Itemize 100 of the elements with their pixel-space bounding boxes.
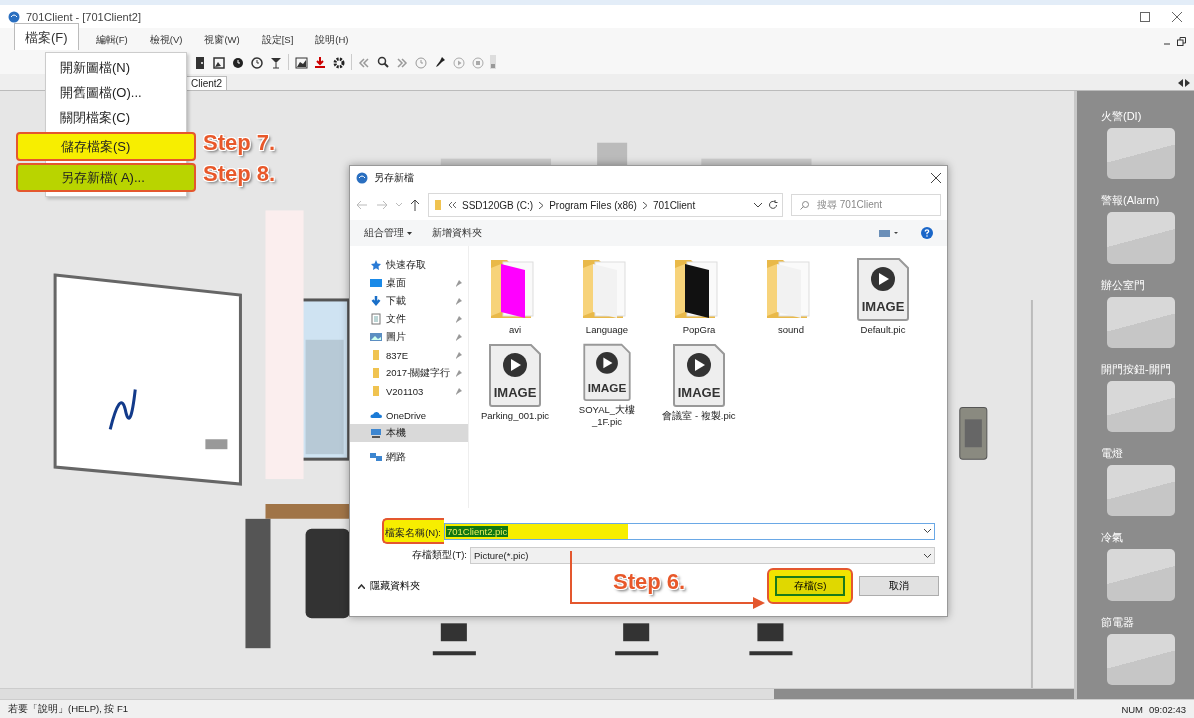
help-icon[interactable]	[921, 227, 933, 239]
tile-label: 節電器	[1101, 614, 1135, 630]
device-tile[interactable]	[1107, 549, 1175, 601]
file-item[interactable]: Language	[561, 256, 653, 342]
file-item[interactable]: IMAGE Default.pic	[837, 256, 929, 342]
view-options-icon[interactable]	[879, 228, 899, 238]
nav-item[interactable]: 2017-關鍵字行	[350, 364, 468, 382]
download-icon[interactable]	[313, 55, 327, 69]
file-item[interactable]: PopGra	[653, 256, 745, 342]
menu-item[interactable]: 檢視(V)	[138, 34, 194, 50]
refresh-icon[interactable]	[768, 200, 778, 210]
scrollbar-thumb[interactable]	[774, 689, 1074, 699]
dropdown-caret-icon	[924, 553, 931, 558]
fast-forward-icon[interactable]	[395, 55, 409, 69]
window-title: 701Client - [701Client2]	[26, 10, 142, 23]
filename-label: 檔案名稱(N):	[382, 518, 444, 544]
tile-label: 冷氣	[1101, 530, 1124, 546]
address-bar[interactable]: SSD120GB (C:) Program Files (x86) 701Client	[428, 193, 783, 217]
chair-drawing	[615, 623, 659, 656]
pin-icon[interactable]	[433, 55, 447, 69]
filename-field[interactable]: 701Client2.pic	[444, 522, 935, 540]
save-button[interactable]: 存檔(S)	[775, 576, 845, 596]
breadcrumb[interactable]: SSD120GB (C:)	[462, 199, 534, 211]
device-tile[interactable]	[1107, 296, 1175, 348]
network-icon	[370, 451, 382, 463]
device-tile[interactable]	[1107, 633, 1175, 685]
file-type-dropdown[interactable]: Picture(*.pic)	[470, 547, 935, 564]
nav-item[interactable]: 網路	[350, 448, 468, 466]
tile-label: 開門按鈕-開門	[1101, 361, 1172, 377]
breadcrumb[interactable]: Program Files (x86)	[549, 199, 637, 211]
menu-item[interactable]: 編輯(F)	[84, 34, 139, 50]
document-tab[interactable]: Client2	[186, 76, 228, 90]
tile-label: 電燈	[1101, 446, 1124, 462]
close-icon[interactable]	[1172, 11, 1182, 22]
device-tile[interactable]	[1107, 212, 1175, 264]
up-icon[interactable]	[410, 199, 420, 211]
card-reader-drawing	[959, 406, 988, 460]
image-file-icon: IMAGE	[487, 342, 543, 408]
device-tile[interactable]	[1107, 128, 1175, 180]
chevron-icon	[539, 201, 544, 209]
nav-item[interactable]: 文件	[350, 310, 468, 328]
search-icon[interactable]	[376, 55, 390, 69]
chart-icon[interactable]	[294, 55, 308, 69]
breadcrumb[interactable]: 701Client	[652, 199, 696, 211]
menu-item[interactable]: 關閉檔案(C)	[46, 105, 186, 130]
scroll-right-icon[interactable]	[1185, 79, 1190, 87]
file-item[interactable]: IMAGE 會議室 - 複製.pic	[653, 342, 745, 428]
folder-icon	[370, 367, 382, 379]
num-lock-indicator: NUM	[1121, 703, 1143, 715]
restore-icon[interactable]	[1177, 37, 1186, 46]
clock-icon[interactable]	[250, 55, 264, 69]
file-item[interactable]: sound	[745, 256, 837, 342]
dropdown-caret-icon[interactable]	[754, 202, 762, 208]
hide-folders-button[interactable]: 隱藏資料夾	[358, 579, 420, 593]
file-item[interactable]: avi	[469, 256, 561, 342]
step-label: Step 7.	[203, 130, 276, 156]
nav-item[interactable]: 837E	[350, 346, 468, 364]
menu-item[interactable]: 檔案(F)	[14, 23, 79, 50]
nav-item[interactable]: 圖片	[350, 328, 468, 346]
menu-item[interactable]: 視窗(W)	[193, 34, 251, 50]
menu-item[interactable]: 開新圖檔(N)	[46, 55, 186, 80]
nav-item[interactable]: 桌面	[350, 274, 468, 292]
chevron-icon	[642, 201, 647, 209]
nav-item[interactable]: 本機	[350, 424, 468, 442]
overflow-chevron-icon	[449, 202, 456, 208]
caret-icon	[407, 231, 412, 235]
image-file-icon: IMAGE	[671, 342, 727, 408]
device-tile[interactable]	[1107, 380, 1175, 433]
picture-icon	[370, 331, 382, 343]
door-icon[interactable]	[193, 55, 207, 69]
scroll-left-icon[interactable]	[1178, 79, 1183, 87]
search-field[interactable]: 搜尋 701Client	[791, 194, 941, 216]
image-file-icon: IMAGE	[855, 256, 911, 322]
device-tile[interactable]	[1107, 465, 1175, 517]
maximize-icon[interactable]	[1140, 11, 1150, 22]
dialog-title: 另存新檔	[374, 171, 414, 185]
glass-icon[interactable]	[269, 55, 283, 69]
step-label: Step 6.	[613, 569, 686, 595]
menu-item[interactable]: 設定[S]	[250, 34, 305, 50]
file-item[interactable]: IMAGE SOYAL_大樓_1F.pic	[561, 342, 653, 428]
file-item[interactable]: IMAGE Parking_001.pic	[469, 342, 561, 428]
picture-icon[interactable]	[212, 55, 226, 69]
dropdown-caret-icon	[924, 529, 931, 533]
new-folder-button[interactable]: 新增資料夾	[432, 226, 482, 240]
rewind-icon[interactable]	[357, 55, 371, 69]
organize-button[interactable]: 組合管理	[364, 226, 412, 240]
close-icon[interactable]	[931, 173, 941, 183]
nav-item[interactable]: V201103	[350, 382, 468, 400]
nav-item[interactable]: OneDrive	[350, 406, 468, 424]
menu-item[interactable]: 說明(H)	[304, 34, 360, 50]
gear-icon[interactable]	[332, 55, 346, 69]
nav-item[interactable]: 下載	[350, 292, 468, 310]
cancel-button[interactable]: 取消	[859, 576, 939, 596]
nav-item[interactable]: 快速存取	[350, 256, 468, 274]
desktop-icon	[370, 277, 382, 289]
download-icon	[370, 295, 382, 307]
file-type-label: 存檔類型(T):	[411, 549, 468, 562]
clock-icon[interactable]	[231, 55, 245, 69]
menu-item[interactable]: 開舊圖檔(O)...	[46, 80, 186, 105]
app-logo-icon	[356, 172, 368, 184]
